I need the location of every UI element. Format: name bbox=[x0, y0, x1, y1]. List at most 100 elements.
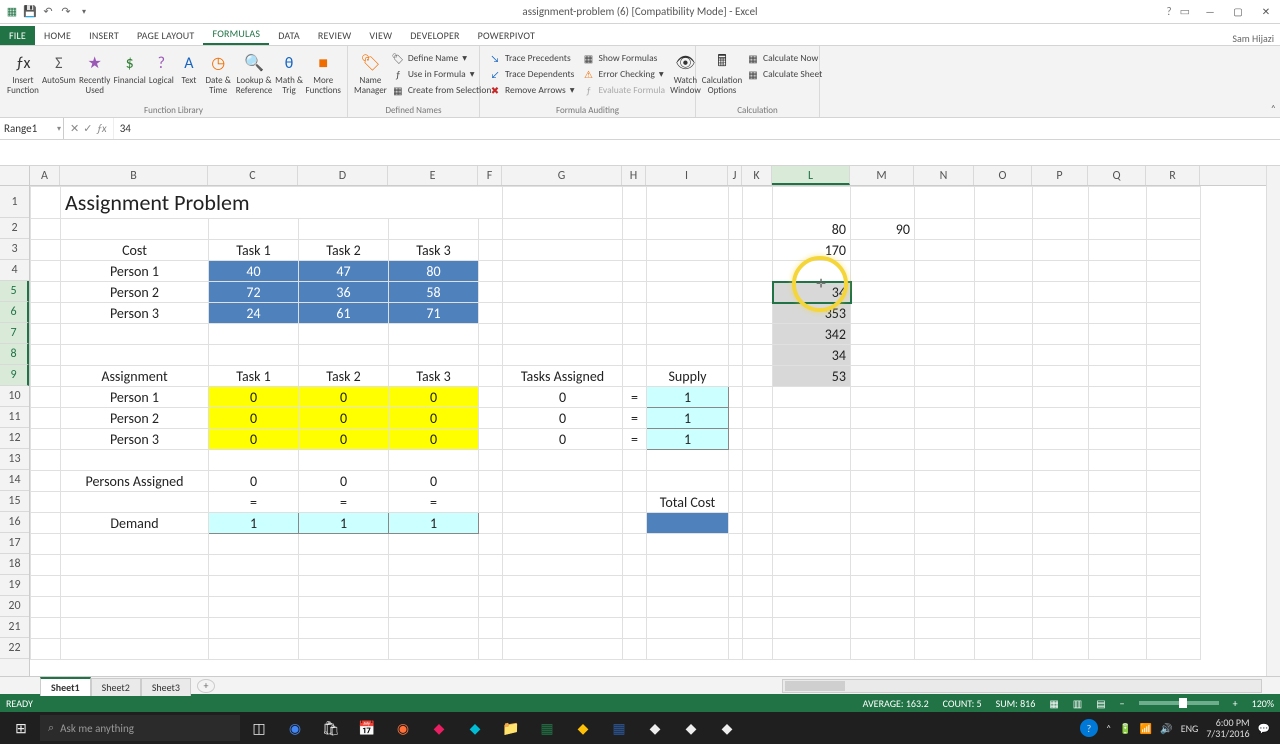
cell[interactable]: 0 bbox=[389, 408, 479, 429]
redo-icon[interactable]: ↷ bbox=[58, 4, 74, 20]
notifications-icon[interactable]: 💬 bbox=[1258, 722, 1270, 735]
calc-now-button[interactable]: ▦Calculate Now bbox=[744, 51, 825, 65]
accept-formula-icon[interactable]: ✓ bbox=[83, 122, 92, 135]
row-header[interactable]: 11 bbox=[0, 407, 29, 428]
col-header[interactable]: M bbox=[850, 166, 914, 185]
volume-icon[interactable]: 🔊 bbox=[1160, 722, 1172, 735]
cell[interactable]: 80 bbox=[389, 261, 479, 282]
row-header[interactable]: 13 bbox=[0, 449, 29, 470]
app-icon[interactable]: ◆ bbox=[710, 714, 744, 742]
col-header[interactable]: E bbox=[388, 166, 478, 185]
tab-data[interactable]: DATA bbox=[269, 26, 309, 45]
cell[interactable]: 170 bbox=[773, 240, 851, 261]
cell[interactable]: 34 bbox=[773, 345, 851, 366]
cell[interactable]: 0 bbox=[299, 429, 389, 450]
spreadsheet-grid[interactable]: A B C D E F G H I J K L M N O P Q R 1 2 … bbox=[0, 166, 1280, 676]
autosum-button[interactable]: ΣAutoSum bbox=[42, 49, 76, 86]
cell[interactable]: 353 bbox=[773, 303, 851, 324]
math-trig-button[interactable]: θMath & Trig bbox=[275, 49, 304, 96]
tab-file[interactable]: FILE bbox=[0, 26, 35, 45]
row-header[interactable]: 22 bbox=[0, 638, 29, 659]
qat-more-icon[interactable]: ▾ bbox=[76, 4, 92, 20]
row-headers[interactable]: 1 2 3 4 5 6 7 8 9 10 11 12 13 14 15 16 1… bbox=[0, 186, 30, 676]
cell[interactable]: Supply bbox=[647, 366, 729, 387]
cell[interactable]: Demand bbox=[61, 513, 209, 534]
name-manager-button[interactable]: 🏷Name Manager bbox=[354, 49, 387, 96]
undo-icon[interactable]: ↶ bbox=[40, 4, 56, 20]
tab-insert[interactable]: INSERT bbox=[80, 26, 128, 45]
col-header[interactable]: N bbox=[914, 166, 974, 185]
store-icon[interactable]: 🛍 bbox=[314, 714, 348, 742]
row-header[interactable]: 10 bbox=[0, 386, 29, 407]
sheet-title[interactable]: Assignment Problem bbox=[61, 187, 503, 219]
cell[interactable]: Persons Assigned bbox=[61, 471, 209, 492]
col-header[interactable]: R bbox=[1146, 166, 1200, 185]
app-icon[interactable]: ◆ bbox=[422, 714, 456, 742]
cell[interactable]: 0 bbox=[299, 471, 389, 492]
horizontal-scrollbar[interactable] bbox=[782, 679, 1262, 693]
tab-developer[interactable]: DEVELOPER bbox=[401, 26, 468, 45]
cell[interactable]: 342 bbox=[773, 324, 851, 345]
maximize-button[interactable]: ▢ bbox=[1226, 3, 1250, 21]
row-header[interactable]: 2 bbox=[0, 218, 29, 239]
tab-powerpivot[interactable]: POWERPIVOT bbox=[469, 26, 544, 45]
tab-home[interactable]: HOME bbox=[35, 26, 80, 45]
row-header[interactable]: 14 bbox=[0, 470, 29, 491]
row-header[interactable]: 9 bbox=[0, 365, 29, 386]
cell[interactable]: Task 2 bbox=[299, 366, 389, 387]
battery-icon[interactable]: 🔋 bbox=[1119, 722, 1131, 735]
sheet-tab[interactable]: Sheet3 bbox=[141, 678, 191, 696]
cell[interactable]: 1 bbox=[647, 429, 729, 450]
col-header[interactable]: O bbox=[974, 166, 1032, 185]
cell[interactable]: 80 bbox=[773, 219, 851, 240]
app-icon[interactable]: ◆ bbox=[674, 714, 708, 742]
row-header[interactable]: 5 bbox=[0, 281, 29, 302]
date-time-button[interactable]: ◷Date & Time bbox=[203, 49, 233, 96]
cell[interactable]: 0 bbox=[209, 429, 299, 450]
app-icon[interactable]: ◆ bbox=[638, 714, 672, 742]
show-formulas-button[interactable]: ▦Show Formulas bbox=[580, 51, 669, 65]
cell[interactable]: 0 bbox=[209, 387, 299, 408]
row-header[interactable]: 12 bbox=[0, 428, 29, 449]
cell[interactable]: 34 bbox=[773, 282, 851, 303]
close-button[interactable]: ✕ bbox=[1254, 3, 1278, 21]
col-header[interactable]: F bbox=[478, 166, 502, 185]
trace-dependents-button[interactable]: ↙Trace Dependents bbox=[486, 67, 578, 81]
tray-clock[interactable]: 6:00 PM7/31/2016 bbox=[1206, 717, 1249, 739]
col-header[interactable]: J bbox=[728, 166, 742, 185]
cell[interactable]: 0 bbox=[209, 408, 299, 429]
cell[interactable]: = bbox=[389, 492, 479, 513]
cell[interactable]: 58 bbox=[389, 282, 479, 303]
row-header[interactable]: 19 bbox=[0, 575, 29, 596]
cell[interactable] bbox=[647, 513, 729, 534]
cell[interactable]: 0 bbox=[503, 429, 623, 450]
sheet-tab[interactable]: Sheet1 bbox=[40, 677, 91, 696]
row-header[interactable]: 6 bbox=[0, 302, 29, 323]
calc-options-button[interactable]: 🖩Calculation Options bbox=[702, 49, 742, 96]
column-headers[interactable]: A B C D E F G H I J K L M N O P Q R bbox=[0, 166, 1280, 186]
add-sheet-button[interactable]: + bbox=[197, 679, 215, 693]
wifi-icon[interactable]: 📶 bbox=[1140, 722, 1152, 735]
more-functions-button[interactable]: ■More Functions bbox=[305, 49, 341, 96]
cell[interactable]: 61 bbox=[299, 303, 389, 324]
cell[interactable]: Task 3 bbox=[389, 240, 479, 261]
trace-precedents-button[interactable]: ↘Trace Precedents bbox=[486, 51, 578, 65]
col-header[interactable]: Q bbox=[1088, 166, 1146, 185]
cell[interactable]: 0 bbox=[389, 429, 479, 450]
collapse-ribbon-icon[interactable]: ˄ bbox=[1271, 102, 1276, 115]
cell[interactable]: 1 bbox=[647, 387, 729, 408]
row-header[interactable]: 21 bbox=[0, 617, 29, 638]
tab-formulas[interactable]: FORMULAS bbox=[203, 24, 269, 45]
name-box[interactable]: Range1▾ bbox=[0, 118, 64, 139]
excel-taskbar-icon[interactable]: ▦ bbox=[530, 714, 564, 742]
cell[interactable]: 1 bbox=[209, 513, 299, 534]
cell[interactable]: 36 bbox=[299, 282, 389, 303]
cell[interactable]: 40 bbox=[209, 261, 299, 282]
insert-function-button[interactable]: ƒxInsert Function bbox=[6, 49, 40, 96]
cell[interactable]: = bbox=[623, 387, 647, 408]
taskbar-search[interactable]: ⌕Ask me anything bbox=[40, 715, 240, 741]
cell[interactable]: 72 bbox=[209, 282, 299, 303]
word-icon[interactable]: ▦ bbox=[602, 714, 636, 742]
tab-page-layout[interactable]: PAGE LAYOUT bbox=[128, 26, 204, 45]
create-from-selection-button[interactable]: ▦Create from Selection bbox=[389, 83, 495, 97]
